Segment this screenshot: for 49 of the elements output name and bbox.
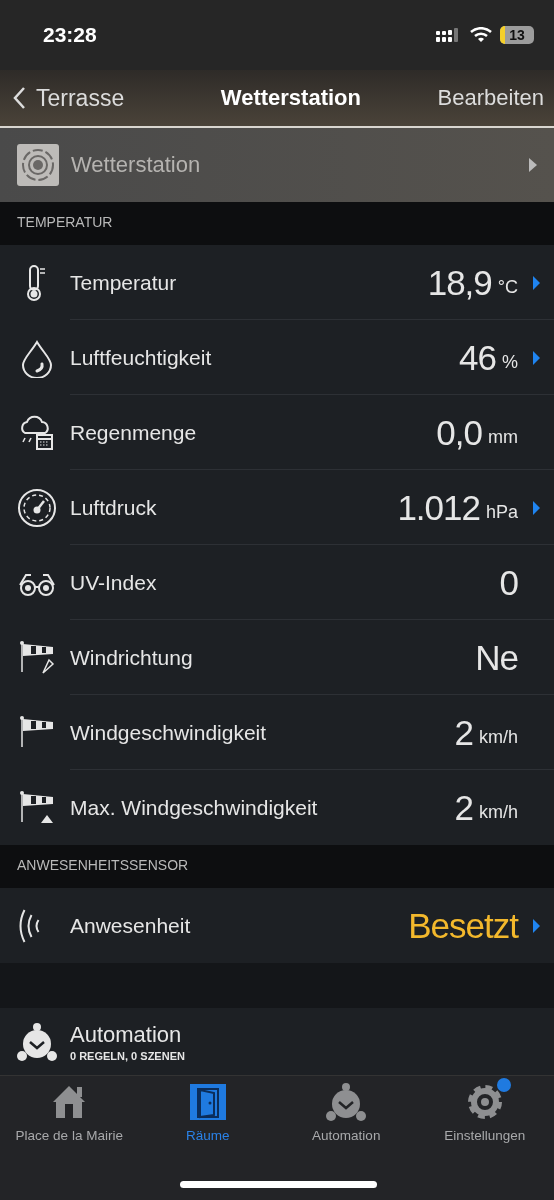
sensor-label: Windrichtung xyxy=(70,645,194,670)
unit-label: hPa xyxy=(485,502,518,523)
sensor-value: 2 xyxy=(454,787,473,828)
tab-item[interactable]: Place de la Mairie xyxy=(0,1082,139,1143)
tab-item[interactable]: Automation xyxy=(277,1082,416,1143)
battery-indicator: 13 xyxy=(500,26,534,44)
sensor-value: 0,0 xyxy=(436,412,482,453)
sensor-value: 18,9 xyxy=(427,262,492,303)
unit-label: mm xyxy=(488,427,518,448)
sensor-value: 2 xyxy=(454,712,473,753)
automation-summary: 0 REGELN, 0 SZENEN xyxy=(70,1049,185,1062)
presence-waves-icon xyxy=(17,908,41,943)
unit-label: % xyxy=(502,352,518,373)
back-button[interactable]: Terrasse xyxy=(12,84,125,112)
door-icon xyxy=(187,1082,228,1122)
chevron-icon xyxy=(528,157,538,173)
sensor-label: Luftfeuchtigkeit xyxy=(70,345,213,370)
automation-row[interactable]: Automation 0 REGELN, 0 SZENEN xyxy=(0,1008,554,1075)
gauge-icon xyxy=(17,487,57,528)
device-row[interactable]: Wetterstation xyxy=(0,128,554,202)
sensor-label: Luftdruck xyxy=(70,495,158,520)
device-icon xyxy=(17,144,59,186)
screen-title: Wetterstation xyxy=(220,85,361,111)
sensor-value: Ne xyxy=(475,637,518,678)
sensor-label: Max. Windgeschwindigkeit xyxy=(70,795,319,820)
device-name: Wetterstation xyxy=(71,152,202,178)
sensor-value: 0 xyxy=(499,562,518,603)
edit-button[interactable]: Bearbeiten xyxy=(437,85,544,111)
sensor-label: Anwesenheit xyxy=(70,913,192,938)
sensor-value: 1.012 xyxy=(397,487,480,528)
sensor-label: Temperatur xyxy=(70,270,178,295)
sensor-value: Besetzt xyxy=(408,905,518,946)
section-header: TEMPERATUR xyxy=(0,202,554,245)
unit-label: km/h xyxy=(479,727,518,748)
clock-time: 23:28 xyxy=(43,23,97,47)
unit-label: km/h xyxy=(479,802,518,823)
wifi-icon xyxy=(470,27,492,43)
sensor-label: UV-Index xyxy=(70,570,158,595)
unit-label: °C xyxy=(497,277,518,298)
automation-title: Automation xyxy=(70,1021,183,1048)
sensor-value: 46 xyxy=(459,337,496,378)
back-chevron-icon xyxy=(12,86,26,110)
sensor-label: Regenmenge xyxy=(70,420,198,445)
alarm-clock-icon xyxy=(326,1082,367,1122)
tab-item[interactable]: Einstellungen xyxy=(415,1082,554,1143)
tab-item[interactable]: Räume xyxy=(138,1082,277,1143)
alarm-clock-icon xyxy=(17,1021,57,1062)
sensor-label: Windgeschwindigkeit xyxy=(70,720,268,745)
section-header: ANWESENHEITSSENSOR xyxy=(0,845,554,888)
